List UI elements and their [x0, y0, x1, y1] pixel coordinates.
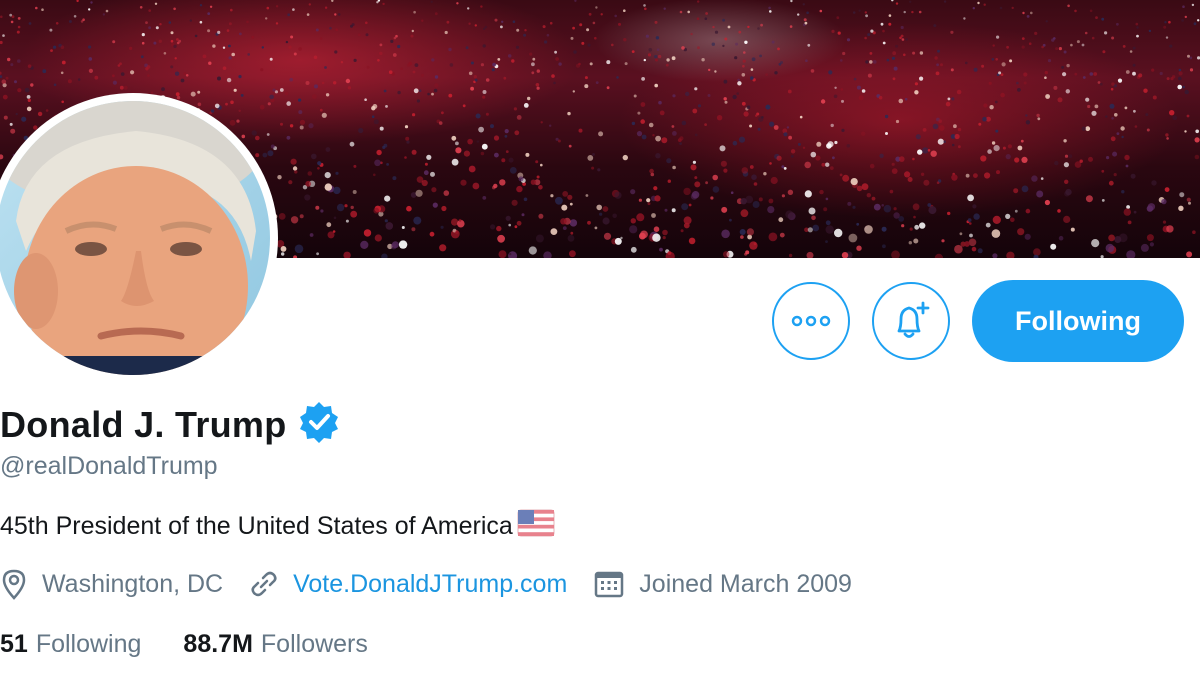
link-icon [251, 571, 277, 597]
location-pin-icon [2, 569, 26, 600]
profile-avatar[interactable] [0, 93, 278, 383]
profile-name-row: Donald J. Trump [0, 400, 341, 449]
following-label: Following [35, 630, 142, 658]
profile-actions: Following [772, 280, 1184, 362]
calendar-icon [595, 571, 624, 598]
more-icon [791, 315, 831, 327]
following-button[interactable]: Following [972, 280, 1184, 362]
profile-meta: Washington, DC Vote.DonaldJTrump.com Joi… [0, 568, 878, 600]
location-item: Washington, DC [0, 568, 223, 600]
display-name: Donald J. Trump [0, 403, 287, 445]
website-item[interactable]: Vote.DonaldJTrump.com [249, 569, 567, 599]
notification-bell-plus-icon [897, 301, 930, 338]
profile-handle: @realDonaldTrump [0, 452, 218, 480]
avatar-photo [0, 101, 270, 375]
following-stat[interactable]: 51 Following [0, 630, 141, 659]
joined-text: Joined March 2009 [639, 569, 852, 598]
location-text: Washington, DC [42, 569, 224, 598]
notifications-button[interactable] [872, 282, 950, 360]
website-link[interactable]: Vote.DonaldJTrump.com [293, 570, 567, 599]
followers-count: 88.7M [183, 630, 253, 658]
following-count: 51 [0, 630, 28, 658]
joined-item: Joined March 2009 [593, 569, 852, 599]
followers-label: Followers [260, 630, 368, 658]
bio-text: 45th President of the United States of A… [0, 512, 513, 540]
us-flag-icon [517, 508, 555, 545]
more-options-button[interactable] [772, 282, 850, 360]
profile-bio: 45th President of the United States of A… [0, 508, 555, 545]
followers-stat[interactable]: 88.7M Followers [183, 630, 367, 659]
verified-badge-icon [297, 400, 341, 449]
profile-stats: 51 Following 88.7M Followers [0, 630, 410, 659]
